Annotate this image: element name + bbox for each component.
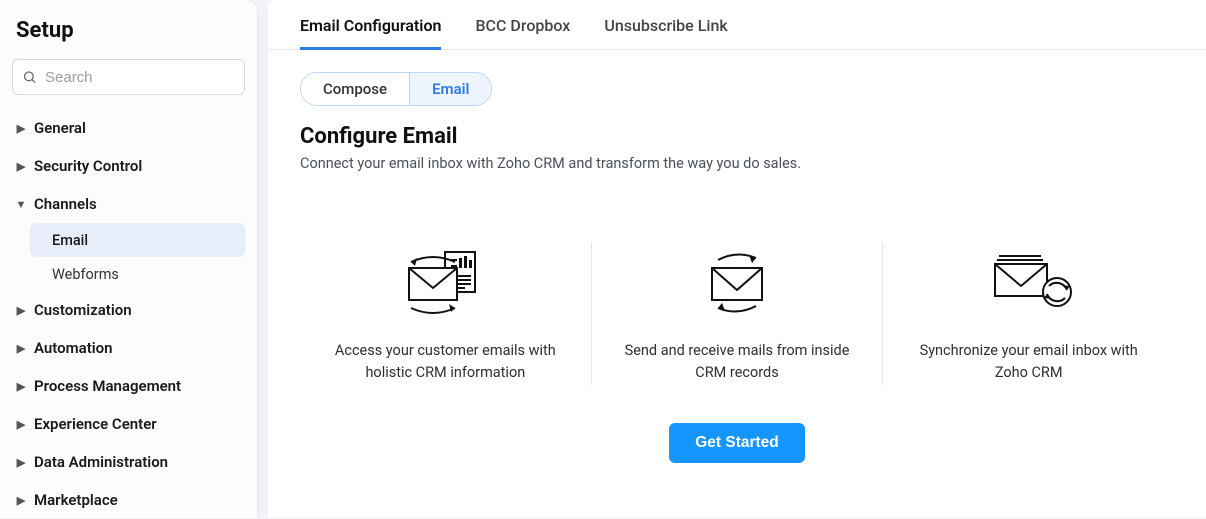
segmented-control: Compose Email <box>300 72 492 106</box>
feature-send-receive: Send and receive mails from inside CRM r… <box>591 242 883 385</box>
envelope-sendreceive-icon <box>616 242 859 322</box>
tab-label: Email Configuration <box>300 16 441 35</box>
sidebar-item-marketplace[interactable]: ▶ Marketplace <box>12 481 245 519</box>
chevron-right-icon: ▶ <box>14 380 28 393</box>
sidebar-item-automation[interactable]: ▶ Automation <box>12 329 245 367</box>
sidebar-item-data-administration[interactable]: ▶ Data Administration <box>12 443 245 481</box>
sidebar: Setup ▶ General ▶ Security Control ▼ Channe… <box>0 0 258 518</box>
sidebar-sublist-channels: Email Webforms <box>12 223 245 291</box>
sidebar-item-label: Channels <box>34 195 97 213</box>
feature-access-emails: Access your customer emails with holisti… <box>300 242 591 385</box>
section-subheading: Connect your email inbox with Zoho CRM a… <box>300 155 1174 172</box>
sidebar-item-label: Process Management <box>34 377 181 395</box>
sidebar-nav: ▶ General ▶ Security Control ▼ Channels Ema… <box>12 109 245 519</box>
sidebar-item-label: Data Administration <box>34 453 168 471</box>
sidebar-item-general[interactable]: ▶ General <box>12 109 245 147</box>
envelope-report-icon <box>324 242 567 322</box>
tab-email-configuration[interactable]: Email Configuration <box>300 16 441 50</box>
tab-label: BCC Dropbox <box>475 16 570 35</box>
cta-row: Get Started <box>300 423 1174 463</box>
sidebar-item-security-control[interactable]: ▶ Security Control <box>12 147 245 185</box>
sidebar-item-label: Webforms <box>52 266 119 283</box>
sidebar-item-label: General <box>34 119 86 137</box>
pill-label: Compose <box>323 80 387 98</box>
tab-bar: Email Configuration BCC Dropbox Unsubscr… <box>268 0 1206 50</box>
search-input[interactable] <box>12 59 245 95</box>
sidebar-item-experience-center[interactable]: ▶ Experience Center <box>12 405 245 443</box>
sidebar-item-channels[interactable]: ▼ Channels <box>12 185 245 223</box>
sidebar-item-customization[interactable]: ▶ Customization <box>12 291 245 329</box>
chevron-right-icon: ▶ <box>14 418 28 431</box>
tab-unsubscribe-link[interactable]: Unsubscribe Link <box>604 16 727 50</box>
feature-text: Send and receive mails from inside CRM r… <box>616 340 859 385</box>
page-title: Setup <box>16 18 245 43</box>
tab-bcc-dropbox[interactable]: BCC Dropbox <box>475 16 570 50</box>
chevron-down-icon: ▼ <box>14 198 28 211</box>
tab-label: Unsubscribe Link <box>604 16 727 35</box>
section-heading: Configure Email <box>300 124 1174 149</box>
feature-row: Access your customer emails with holisti… <box>300 242 1174 385</box>
sidebar-item-label: Security Control <box>34 157 142 175</box>
sidebar-item-label: Email <box>52 232 88 249</box>
main-panel: Email Configuration BCC Dropbox Unsubscr… <box>268 0 1206 518</box>
pill-email[interactable]: Email <box>409 73 491 105</box>
chevron-right-icon: ▶ <box>14 494 28 507</box>
sidebar-item-label: Experience Center <box>34 415 157 433</box>
get-started-button[interactable]: Get Started <box>669 423 805 463</box>
sidebar-item-label: Customization <box>34 301 132 319</box>
sidebar-item-email[interactable]: Email <box>30 223 245 257</box>
content-area: Compose Email Configure Email Connect yo… <box>268 50 1206 518</box>
search-icon <box>22 70 37 85</box>
search-field[interactable] <box>12 59 245 95</box>
pill-compose[interactable]: Compose <box>301 73 409 105</box>
chevron-right-icon: ▶ <box>14 122 28 135</box>
chevron-right-icon: ▶ <box>14 456 28 469</box>
chevron-right-icon: ▶ <box>14 342 28 355</box>
feature-text: Access your customer emails with holisti… <box>324 340 567 385</box>
chevron-right-icon: ▶ <box>14 304 28 317</box>
sidebar-item-webforms[interactable]: Webforms <box>30 257 245 291</box>
button-label: Get Started <box>695 434 779 451</box>
feature-sync: Synchronize your email inbox with Zoho C… <box>882 242 1174 385</box>
pill-label: Email <box>432 80 469 98</box>
envelope-sync-icon <box>907 242 1150 322</box>
chevron-right-icon: ▶ <box>14 160 28 173</box>
sidebar-item-label: Marketplace <box>34 491 118 509</box>
feature-text: Synchronize your email inbox with Zoho C… <box>907 340 1150 385</box>
sidebar-item-process-management[interactable]: ▶ Process Management <box>12 367 245 405</box>
sidebar-item-label: Automation <box>34 339 113 357</box>
